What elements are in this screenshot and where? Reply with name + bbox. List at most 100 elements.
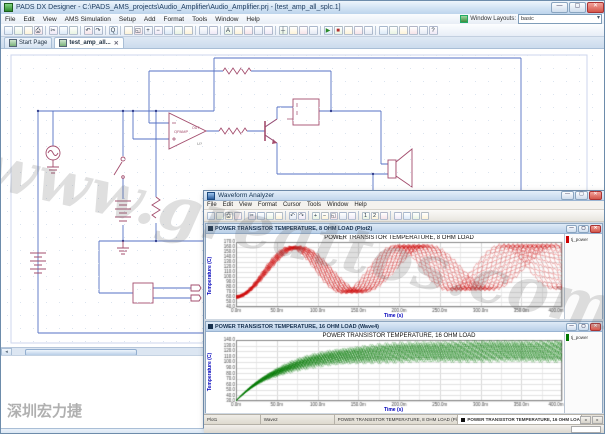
- tab-scroll-left[interactable]: ◂: [580, 416, 591, 424]
- zoom-x-icon[interactable]: [339, 212, 347, 220]
- menu-view[interactable]: View: [236, 202, 255, 208]
- tab-start-page[interactable]: Start Page: [4, 37, 52, 48]
- plot16-minimize[interactable]: —: [566, 323, 577, 331]
- zoom-out-icon[interactable]: −: [154, 26, 163, 35]
- arc-icon[interactable]: [244, 26, 253, 35]
- net-icon[interactable]: ┼: [279, 26, 288, 35]
- menu-cursor[interactable]: Cursor: [280, 202, 304, 208]
- find-icon[interactable]: Q: [109, 26, 118, 35]
- wave-minimize-button[interactable]: —: [561, 191, 574, 200]
- zoom-y-icon[interactable]: [348, 212, 356, 220]
- plot-window-16ohm[interactable]: POWER TRANSISTOR TEMPERATURE, 16 OHM LOA…: [205, 321, 603, 413]
- wave-titlebar[interactable]: Waveform Analyzer — ▢ ✕: [204, 191, 604, 201]
- plot16-legend-label[interactable]: tj_power: [571, 335, 588, 340]
- cursor-1-icon[interactable]: 1: [362, 212, 370, 220]
- probe-icon[interactable]: [344, 26, 353, 35]
- zoom-in-icon[interactable]: +: [144, 26, 153, 35]
- menu-ams-simulation[interactable]: AMS Simulation: [61, 16, 115, 23]
- main-titlebar[interactable]: PADS DX Designer - C:\PADS_AMS_projects\…: [1, 1, 605, 15]
- save-icon[interactable]: [24, 26, 33, 35]
- measure-icon[interactable]: [380, 212, 388, 220]
- plot16-titlebar[interactable]: POWER TRANSISTOR TEMPERATURE, 16 OHM LOA…: [206, 322, 602, 332]
- plot-window-8ohm[interactable]: POWER TRANSISTOR TEMPERATURE, 8 OHM LOAD…: [205, 223, 603, 319]
- delete-icon[interactable]: [275, 212, 283, 220]
- waveform-analyzer-window[interactable]: Waveform Analyzer — ▢ ✕ FileEditViewForm…: [203, 190, 605, 428]
- plot8-titlebar[interactable]: POWER TRANSISTOR TEMPERATURE, 8 OHM LOAD…: [206, 224, 602, 234]
- close-button[interactable]: ✕: [587, 2, 604, 13]
- cut-icon[interactable]: ✂: [49, 26, 58, 35]
- wave-tab-plot1[interactable]: Plot1: [204, 415, 261, 424]
- menu-window[interactable]: Window: [324, 202, 351, 208]
- overlay-icon[interactable]: [403, 212, 411, 220]
- zoom-in-icon[interactable]: +: [312, 212, 320, 220]
- run-simulation-icon[interactable]: ▶: [324, 26, 333, 35]
- plot8-legend-label[interactable]: tj_power: [571, 237, 588, 242]
- text-icon[interactable]: A: [224, 26, 233, 35]
- help-icon[interactable]: ?: [429, 26, 438, 35]
- print-icon[interactable]: ⎙: [225, 212, 233, 220]
- maximize-button[interactable]: ▢: [569, 2, 586, 13]
- paste-icon[interactable]: [69, 26, 78, 35]
- oscilloscope-icon[interactable]: [364, 26, 373, 35]
- grid-icon[interactable]: [409, 26, 418, 35]
- part-icon[interactable]: [299, 26, 308, 35]
- zoom-fit-icon[interactable]: ◱: [330, 212, 338, 220]
- zoom-out-icon[interactable]: −: [321, 212, 329, 220]
- zoom-board-icon[interactable]: [174, 26, 183, 35]
- redo-icon[interactable]: ↷: [94, 26, 103, 35]
- save-icon[interactable]: [216, 212, 224, 220]
- wave-maximize-button[interactable]: ▢: [575, 191, 588, 200]
- refresh-icon[interactable]: [199, 26, 208, 35]
- stop-simulation-icon[interactable]: ■: [334, 26, 343, 35]
- plot8-minimize[interactable]: —: [566, 225, 577, 233]
- rectangle-icon[interactable]: [254, 26, 263, 35]
- redo-icon[interactable]: ↷: [298, 212, 306, 220]
- select-icon[interactable]: [124, 26, 133, 35]
- plot16-close[interactable]: ✕: [590, 323, 601, 331]
- menu-setup[interactable]: Setup: [115, 16, 140, 23]
- open-icon[interactable]: [14, 26, 23, 35]
- menu-help[interactable]: Help: [351, 202, 369, 208]
- menu-view[interactable]: View: [39, 16, 61, 23]
- plot8-maximize[interactable]: ▢: [578, 225, 589, 233]
- plot16-maximize[interactable]: ▢: [578, 323, 589, 331]
- plot16-canvas[interactable]: [215, 332, 564, 413]
- colors-icon[interactable]: [399, 26, 408, 35]
- copy-icon[interactable]: [257, 212, 265, 220]
- new-icon[interactable]: [4, 26, 13, 35]
- add-waveform-icon[interactable]: [394, 212, 402, 220]
- bus-icon[interactable]: [289, 26, 298, 35]
- menu-edit[interactable]: Edit: [220, 202, 236, 208]
- line-icon[interactable]: [234, 26, 243, 35]
- open-icon[interactable]: [207, 212, 215, 220]
- properties-icon[interactable]: [419, 26, 428, 35]
- wave-tab-wave2[interactable]: Wave2: [261, 415, 335, 424]
- menu-edit[interactable]: Edit: [19, 16, 38, 23]
- stack-icon[interactable]: [412, 212, 420, 220]
- tab-close-icon[interactable]: ✕: [114, 40, 119, 47]
- undo-icon[interactable]: ↶: [289, 212, 297, 220]
- options-icon[interactable]: [421, 212, 429, 220]
- print-icon[interactable]: ⎙: [34, 26, 43, 35]
- wave-tab-power-transistor-temperature-16-ohm-load[interactable]: POWER TRANSISTOR TEMPERATURE, 16 OHM LOA…: [458, 415, 582, 424]
- tab-test-amp-all[interactable]: test_amp_all...✕: [54, 37, 123, 48]
- wave-tab-power-transistor-temperature-8-ohm-load-[interactable]: POWER TRANSISTOR TEMPERATURE, 8 OHM LOAD…: [335, 415, 459, 424]
- zoom-fit-icon[interactable]: ◱: [134, 26, 143, 35]
- window-layouts-combo[interactable]: basic: [518, 14, 602, 24]
- paste-icon[interactable]: [266, 212, 274, 220]
- plot8-close[interactable]: ✕: [590, 225, 601, 233]
- menu-help[interactable]: Help: [242, 16, 263, 23]
- menu-tools[interactable]: Tools: [304, 202, 324, 208]
- menu-tools[interactable]: Tools: [188, 16, 211, 23]
- cursor-2-icon[interactable]: 2: [371, 212, 379, 220]
- zoom-area-icon[interactable]: [164, 26, 173, 35]
- menu-add[interactable]: Add: [140, 16, 160, 23]
- settings-icon[interactable]: [379, 26, 388, 35]
- wave-close-button[interactable]: ✕: [589, 191, 602, 200]
- circle-icon[interactable]: [264, 26, 273, 35]
- cut-icon[interactable]: ✂: [248, 212, 256, 220]
- export-icon[interactable]: [234, 212, 242, 220]
- tab-scroll-right[interactable]: ▸: [592, 416, 603, 424]
- cursor-icon[interactable]: [209, 26, 218, 35]
- copy-icon[interactable]: [59, 26, 68, 35]
